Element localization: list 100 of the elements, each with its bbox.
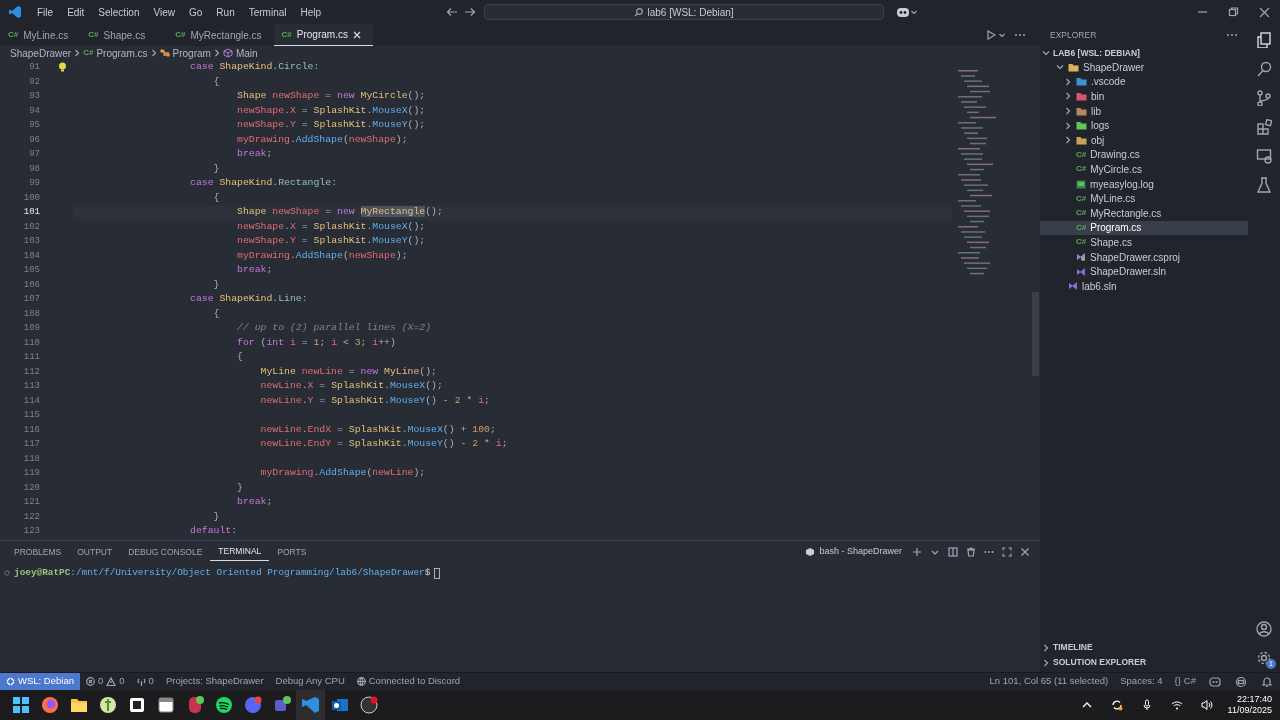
robot-icon[interactable]: [1209, 675, 1221, 688]
account-icon[interactable]: [1256, 621, 1272, 637]
back-arrow-icon[interactable]: [446, 7, 459, 17]
close-icon[interactable]: [352, 30, 361, 39]
chevron-icon[interactable]: [1064, 77, 1072, 86]
flask-icon[interactable]: [1256, 177, 1272, 193]
calendar-icon[interactable]: [155, 695, 176, 715]
sync-icon[interactable]: [1110, 699, 1123, 711]
folder-item[interactable]: lib: [1040, 103, 1248, 119]
menu-item[interactable]: Terminal: [241, 4, 294, 20]
tree-item[interactable]: C# MyLine.cs: [1040, 191, 1248, 206]
panel-tab[interactable]: OUTPUT: [69, 543, 121, 561]
tree-item[interactable]: C# Program.cs: [1040, 220, 1248, 236]
status-item[interactable]: Connected to Discord: [350, 673, 467, 690]
status-item[interactable]: Debug Any CPU: [269, 673, 351, 690]
panel-tab[interactable]: DEBUG CONSOLE: [120, 543, 211, 561]
chat-app-icon[interactable]: [242, 695, 263, 715]
menu-item[interactable]: Selection: [91, 4, 147, 20]
section-header[interactable]: LAB6 [WSL: DEBIAN]: [1040, 46, 1248, 60]
section-header[interactable]: TIMELINE: [1040, 640, 1248, 655]
panel-tab[interactable]: PORTS: [269, 543, 315, 561]
search-field[interactable]: lab6 [WSL: Debian]: [484, 4, 885, 20]
split-icon[interactable]: [948, 547, 958, 557]
breadcrumb-item[interactable]: ShapeDrawer: [10, 45, 72, 61]
tree-item[interactable]: myeasylog.log: [1040, 176, 1248, 192]
problems-indicator[interactable]: 0 0: [80, 673, 131, 690]
menu-item[interactable]: File: [30, 4, 61, 20]
chevron-icon[interactable]: [1042, 49, 1050, 57]
tree-item[interactable]: ShapeDrawer.sln: [1040, 264, 1248, 279]
maximize-icon[interactable]: [1002, 547, 1012, 557]
more-icon[interactable]: [1014, 33, 1026, 37]
folder-item[interactable]: bin: [1040, 89, 1248, 104]
status-item[interactable]: Spaces: 4: [1114, 673, 1169, 690]
panel-tab[interactable]: PROBLEMS: [6, 543, 70, 561]
editor-tab[interactable]: C# Shape.cs: [80, 24, 158, 46]
chevron-icon[interactable]: [1064, 136, 1072, 145]
chevron-icon[interactable]: [1056, 63, 1064, 72]
extension-status-icon[interactable]: [1235, 675, 1247, 688]
tree-item[interactable]: C# MyRectangle.cs: [1040, 205, 1248, 221]
code-app-icon[interactable]: [300, 695, 321, 715]
scrollbar-thumb[interactable]: [1032, 292, 1039, 376]
caret-icon[interactable]: [910, 8, 919, 16]
microphone-icon[interactable]: [1140, 699, 1153, 711]
files-icon[interactable]: [1256, 32, 1272, 48]
menu-item[interactable]: View: [146, 4, 182, 20]
language-indicator[interactable]: {} C#: [1168, 673, 1202, 690]
breadcrumb-item[interactable]: Program: [159, 45, 211, 61]
section-header[interactable]: SOLUTION EXPLORER: [1040, 655, 1248, 670]
tree-item[interactable]: lab6.sln: [1040, 278, 1248, 294]
forward-arrow-icon[interactable]: [464, 7, 477, 17]
folder-item[interactable]: obj: [1040, 132, 1248, 148]
run-icon[interactable]: [986, 30, 996, 40]
remote-indicator[interactable]: WSL: Debian: [0, 673, 80, 690]
restore-icon[interactable]: [1228, 6, 1239, 18]
close-icon[interactable]: [1259, 6, 1270, 18]
speaker-icon[interactable]: [1200, 699, 1213, 711]
terminal-name[interactable]: bash - ShapeDrawer: [819, 545, 902, 559]
breadcrumb-item[interactable]: C# Program.cs: [83, 45, 148, 61]
settings-icon[interactable]: [1256, 650, 1272, 666]
status-item[interactable]: Projects: ShapeDrawer: [159, 673, 270, 690]
terminal-prompt: joey@RatPC:/mnt/f/University/Object Oriented Programming/lab6/ShapeDrawer$: [14, 566, 431, 580]
clock[interactable]: 22:17:40 11/09/2025: [1227, 694, 1280, 716]
folder-item[interactable]: ShapeDrawer: [1040, 60, 1248, 75]
plus-icon[interactable]: [912, 547, 922, 557]
tree-item[interactable]: C# MyCircle.cs: [1040, 162, 1248, 177]
extensions-icon[interactable]: [1256, 119, 1272, 135]
record-app-icon[interactable]: [358, 695, 379, 715]
panel-tab[interactable]: TERMINAL: [210, 543, 270, 561]
chevron-icon[interactable]: [1064, 121, 1072, 130]
folder-item[interactable]: logs: [1040, 118, 1248, 133]
wifi-icon[interactable]: [1170, 699, 1183, 711]
tree-item[interactable]: C# Drawing.cs: [1040, 147, 1248, 163]
trash-icon[interactable]: [966, 547, 976, 557]
bell-icon[interactable]: [1261, 675, 1273, 688]
menu-item[interactable]: Edit: [60, 4, 92, 20]
tree-item[interactable]: ShapeDrawer.csproj: [1040, 249, 1248, 265]
editor-tab[interactable]: C# MyRectangle.cs: [167, 24, 274, 46]
browser-icon[interactable]: [39, 695, 60, 715]
close-icon[interactable]: [1020, 547, 1030, 557]
menu-item[interactable]: Run: [209, 4, 242, 20]
chevron-icon[interactable]: [1064, 107, 1072, 116]
menu-item[interactable]: Help: [293, 4, 329, 20]
tree-item[interactable]: C# Shape.cs: [1040, 235, 1248, 250]
source-control-icon[interactable]: [1256, 90, 1272, 106]
lightbulb-icon[interactable]: [58, 62, 67, 72]
status-item[interactable]: Ln 101, Col 65 (11 selected): [983, 673, 1115, 690]
music-app-icon[interactable]: [213, 695, 234, 715]
menu-item[interactable]: Go: [182, 4, 210, 20]
robot-icon[interactable]: [896, 6, 911, 18]
search-icon[interactable]: [1256, 61, 1272, 77]
caret-icon[interactable]: [998, 31, 1006, 39]
chevron-icon[interactable]: [1064, 92, 1072, 101]
folder-item[interactable]: .vscode: [1040, 74, 1248, 90]
editor-tab[interactable]: C# Program.cs: [273, 24, 373, 46]
remote-monitor-icon[interactable]: [1256, 148, 1272, 164]
start-icon[interactable]: [10, 695, 31, 715]
editor-tab[interactable]: C# MyLine.cs: [0, 24, 81, 46]
breadcrumb-item[interactable]: Main: [222, 45, 258, 61]
ports-indicator[interactable]: 0: [130, 673, 160, 690]
more-icon[interactable]: [1226, 33, 1238, 37]
